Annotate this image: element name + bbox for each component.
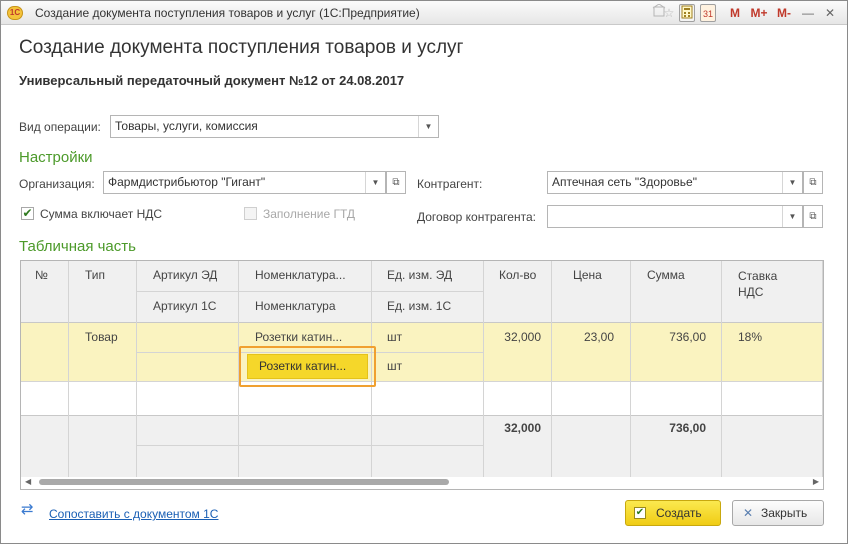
total-sum: 736,00 (669, 421, 706, 435)
cell-qty[interactable]: 32,000 (483, 330, 541, 344)
scroll-right-icon[interactable]: ▶ (813, 477, 819, 486)
cell-price[interactable]: 23,00 (551, 330, 614, 344)
close-window-button[interactable]: ✕ (823, 4, 837, 22)
chevron-down-icon[interactable]: ▼ (782, 172, 802, 193)
title-bar: 1С Создание документа поступления товаро… (1, 1, 847, 25)
goods-table[interactable]: № Тип Артикул ЭД Артикул 1С Номенклатура… (20, 260, 824, 490)
create-button[interactable]: ✔ Создать (625, 500, 721, 526)
document-heading: Универсальный передаточный документ №12 … (19, 73, 405, 88)
header-article-1c[interactable]: Артикул 1С (153, 299, 216, 313)
cell-vat-rate[interactable]: 18% (738, 330, 762, 344)
gtd-label: Заполнение ГТД (263, 207, 356, 221)
open-organization-icon[interactable]: ⧉ (386, 171, 406, 194)
scroll-left-icon[interactable]: ◀ (25, 477, 31, 486)
open-counterparty-icon[interactable]: ⧉ (803, 171, 823, 194)
memory-minus-button[interactable]: M- (773, 4, 795, 22)
organization-field[interactable]: Фармдистрибьютор "Гигант" ▼ (103, 171, 386, 194)
checkmark-icon: ✔ (634, 507, 646, 519)
organization-value: Фармдистрибьютор "Гигант" (108, 175, 266, 189)
open-contract-icon[interactable]: ⧉ (803, 205, 823, 228)
chevron-down-icon[interactable]: ▼ (365, 172, 385, 193)
close-button-label: Закрыть (761, 506, 808, 520)
header-unit-ed[interactable]: Ед. изм. ЭД (387, 268, 452, 282)
cell-type[interactable]: Товар (85, 330, 118, 344)
header-qty[interactable]: Кол-во (499, 268, 536, 282)
memory-m-button[interactable]: M (729, 4, 741, 22)
header-price[interactable]: Цена (573, 268, 602, 282)
chevron-down-icon[interactable]: ▼ (782, 206, 802, 227)
calendar-icon[interactable]: 31 (700, 4, 716, 22)
operation-label: Вид операции: (19, 120, 101, 134)
contract-field[interactable]: ▼ (547, 205, 803, 228)
header-article-ed[interactable]: Артикул ЭД (153, 268, 217, 282)
vat-checkbox[interactable]: ✔ (21, 207, 34, 220)
header-num[interactable]: № (35, 268, 48, 282)
page-title: Создание документа поступления товаров и… (19, 37, 464, 58)
active-cell-frame: Розетки катин... (239, 346, 376, 387)
memory-plus-button[interactable]: M+ (748, 4, 770, 22)
operation-select[interactable]: Товары, услуги, комиссия ▼ (110, 115, 439, 138)
operation-value: Товары, услуги, комиссия (115, 119, 258, 133)
cell-nomenclature-1c[interactable]: Розетки катин... (247, 354, 368, 379)
minimize-button[interactable]: — (801, 4, 815, 22)
header-sum[interactable]: Сумма (647, 268, 685, 282)
app-logo-icon: 1С (7, 6, 23, 20)
match-document-icon[interactable]: ⇄ (21, 501, 39, 519)
header-nomenclature-1c[interactable]: Номенклатура (255, 299, 336, 313)
window-title: Создание документа поступления товаров и… (35, 6, 420, 20)
header-vat-rate[interactable]: Ставка НДС (738, 268, 798, 300)
create-button-label: Создать (656, 506, 702, 520)
header-nomenclature-ed[interactable]: Номенклатура... (255, 268, 346, 282)
header-unit-1c[interactable]: Ед. изм. 1С (387, 299, 451, 313)
counterparty-field[interactable]: Аптечная сеть "Здоровье" ▼ (547, 171, 803, 194)
settings-section-title: Настройки (19, 149, 93, 166)
table-section-title: Табличная часть (19, 238, 136, 255)
header-type[interactable]: Тип (85, 268, 105, 282)
counterparty-label: Контрагент: (417, 177, 483, 191)
scrollbar-thumb[interactable] (39, 479, 449, 485)
cell-unit-ed[interactable]: шт (387, 330, 402, 344)
match-document-link[interactable]: Сопоставить с документом 1С (49, 507, 218, 521)
counterparty-value: Аптечная сеть "Здоровье" (552, 175, 697, 189)
total-qty: 32,000 (504, 421, 541, 435)
document-window: 1С Создание документа поступления товаро… (0, 0, 848, 544)
cell-unit-1c[interactable]: шт (387, 359, 402, 373)
gtd-checkbox[interactable] (244, 207, 257, 220)
calculator-icon[interactable] (679, 4, 695, 22)
horizontal-scrollbar[interactable]: ◀ ▶ (25, 477, 819, 487)
vat-label: Сумма включает НДС (40, 207, 163, 221)
star-icon[interactable]: ☆ (663, 4, 675, 22)
cell-nomenclature-ed[interactable]: Розетки катин... (255, 330, 367, 344)
chevron-down-icon[interactable]: ▼ (418, 116, 438, 137)
organization-label: Организация: (19, 177, 95, 191)
contract-label: Договор контрагента: (417, 210, 536, 224)
close-x-icon: ✕ (743, 506, 754, 520)
cell-sum[interactable]: 736,00 (630, 330, 706, 344)
close-button[interactable]: ✕ Закрыть (732, 500, 824, 526)
